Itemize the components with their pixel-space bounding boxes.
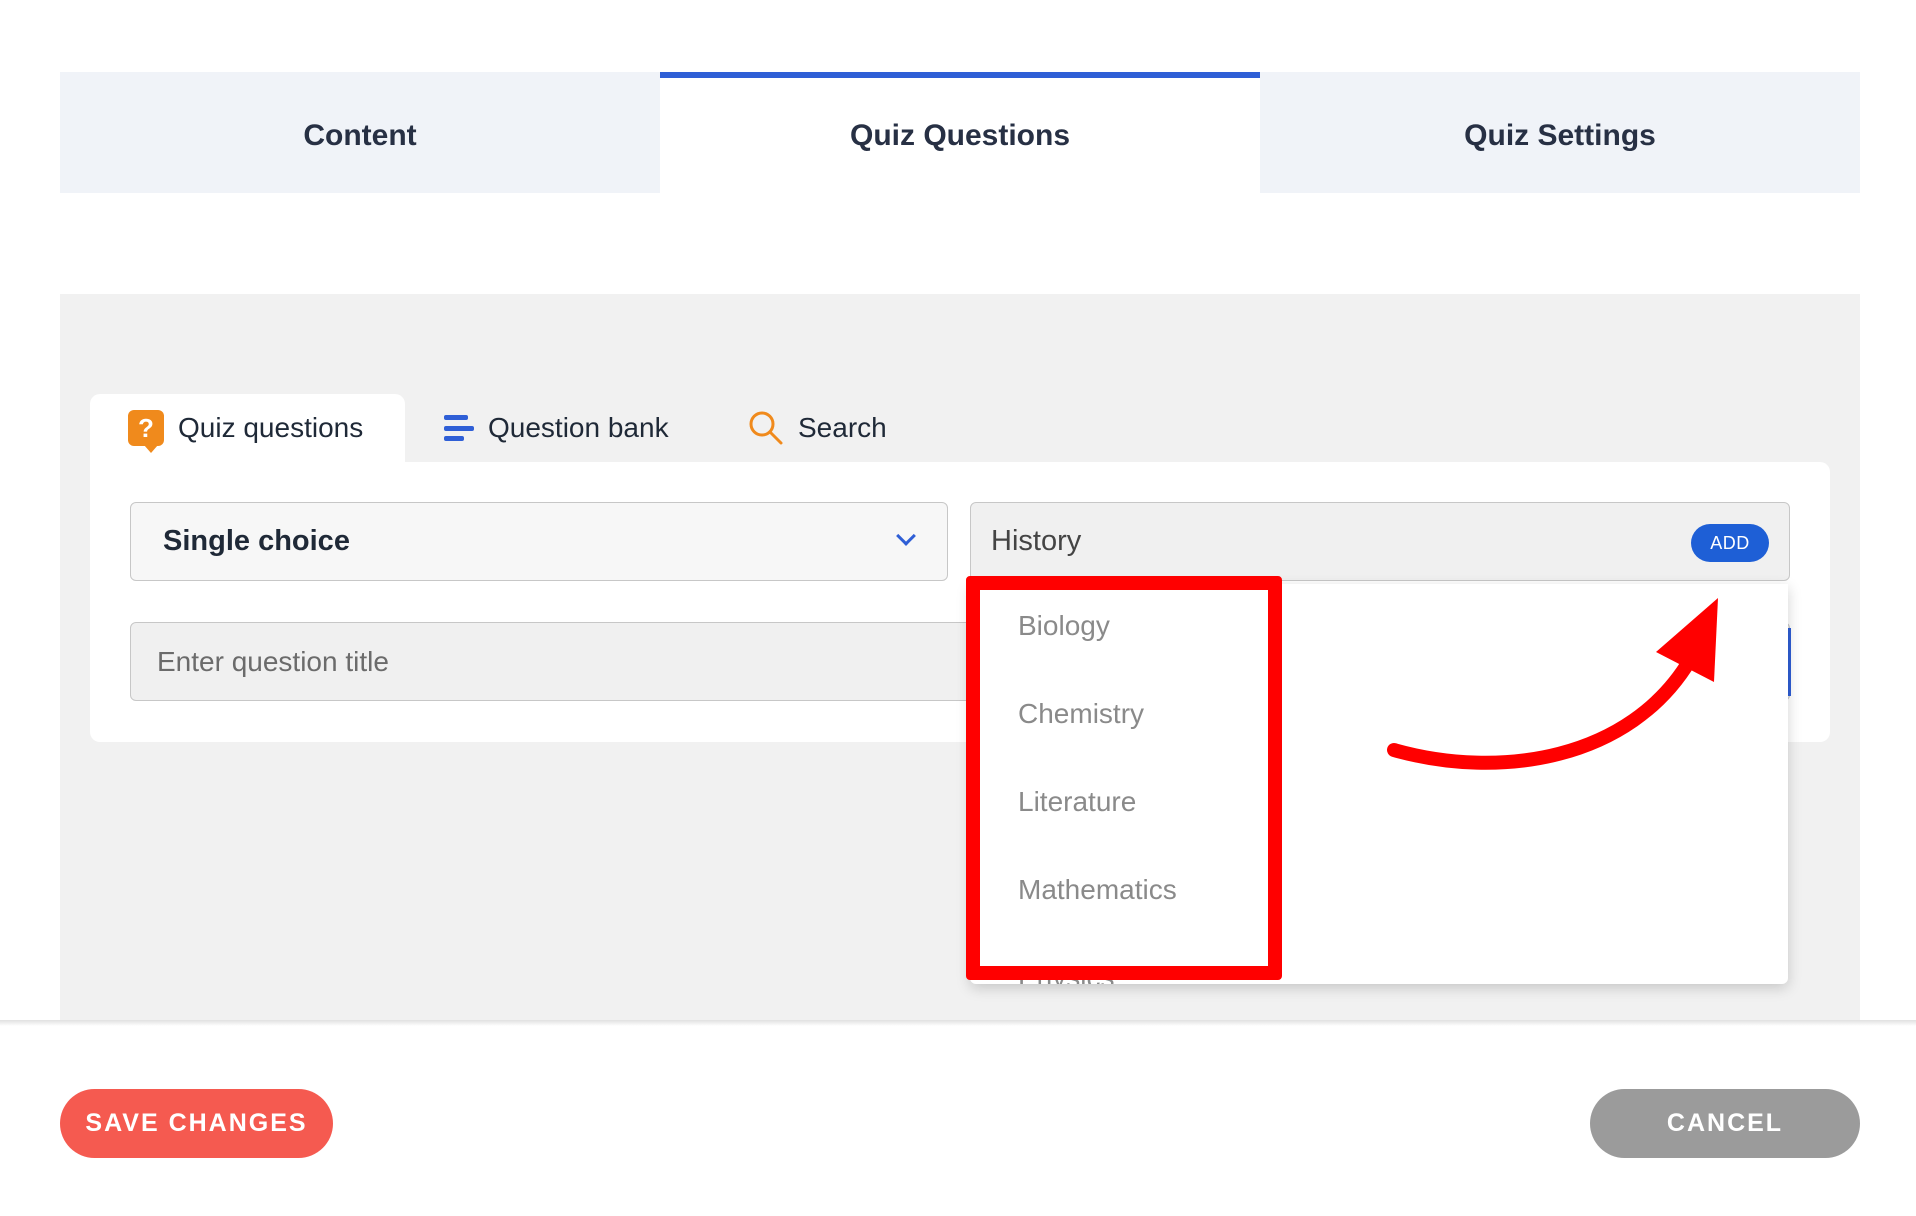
search-icon bbox=[749, 411, 783, 445]
list-icon bbox=[444, 415, 474, 441]
inner-tab-search-label: Search bbox=[798, 412, 887, 443]
tab-quiz-questions[interactable]: Quiz Questions bbox=[660, 72, 1260, 193]
cancel-button[interactable]: CANCEL bbox=[1590, 1089, 1860, 1158]
inner-tab-quiz-questions[interactable]: ? Quiz questions bbox=[90, 394, 405, 462]
question-type-value: Single choice bbox=[163, 525, 350, 557]
inner-tab-question-bank[interactable]: Question bank bbox=[444, 394, 669, 462]
input-focus-edge bbox=[1788, 628, 1791, 696]
inner-tab-question-bank-label: Question bank bbox=[488, 412, 669, 443]
inner-tab-search[interactable]: Search bbox=[748, 394, 887, 462]
tab-content[interactable]: Content bbox=[60, 72, 660, 193]
dropdown-item-literature[interactable]: Literature bbox=[1018, 786, 1136, 818]
chevron-down-icon bbox=[896, 526, 916, 546]
footer-divider bbox=[0, 1020, 1916, 1026]
tab-quiz-settings[interactable]: Quiz Settings bbox=[1260, 72, 1860, 193]
dropdown-item-chemistry[interactable]: Chemistry bbox=[1018, 698, 1144, 730]
dropdown-item-mathematics[interactable]: Mathematics bbox=[1018, 874, 1177, 906]
top-tab-bar: Content Quiz Questions Quiz Settings bbox=[60, 72, 1860, 193]
dropdown-item-biology[interactable]: Biology bbox=[1018, 610, 1110, 642]
save-changes-button[interactable]: SAVE CHANGES bbox=[60, 1089, 333, 1158]
add-category-button[interactable]: ADD bbox=[1691, 524, 1769, 562]
category-dropdown: Biology Chemistry Literature Mathematics… bbox=[970, 584, 1788, 984]
question-type-select[interactable]: Single choice bbox=[130, 502, 948, 581]
category-value: History bbox=[991, 525, 1082, 557]
inner-tab-quiz-questions-label: Quiz questions bbox=[178, 412, 364, 443]
question-bubble-icon: ? bbox=[128, 410, 164, 453]
question-title-placeholder: Enter question title bbox=[157, 645, 389, 677]
category-input[interactable]: History ADD bbox=[970, 502, 1790, 581]
dropdown-item-physics[interactable]: Physics bbox=[1018, 962, 1114, 984]
